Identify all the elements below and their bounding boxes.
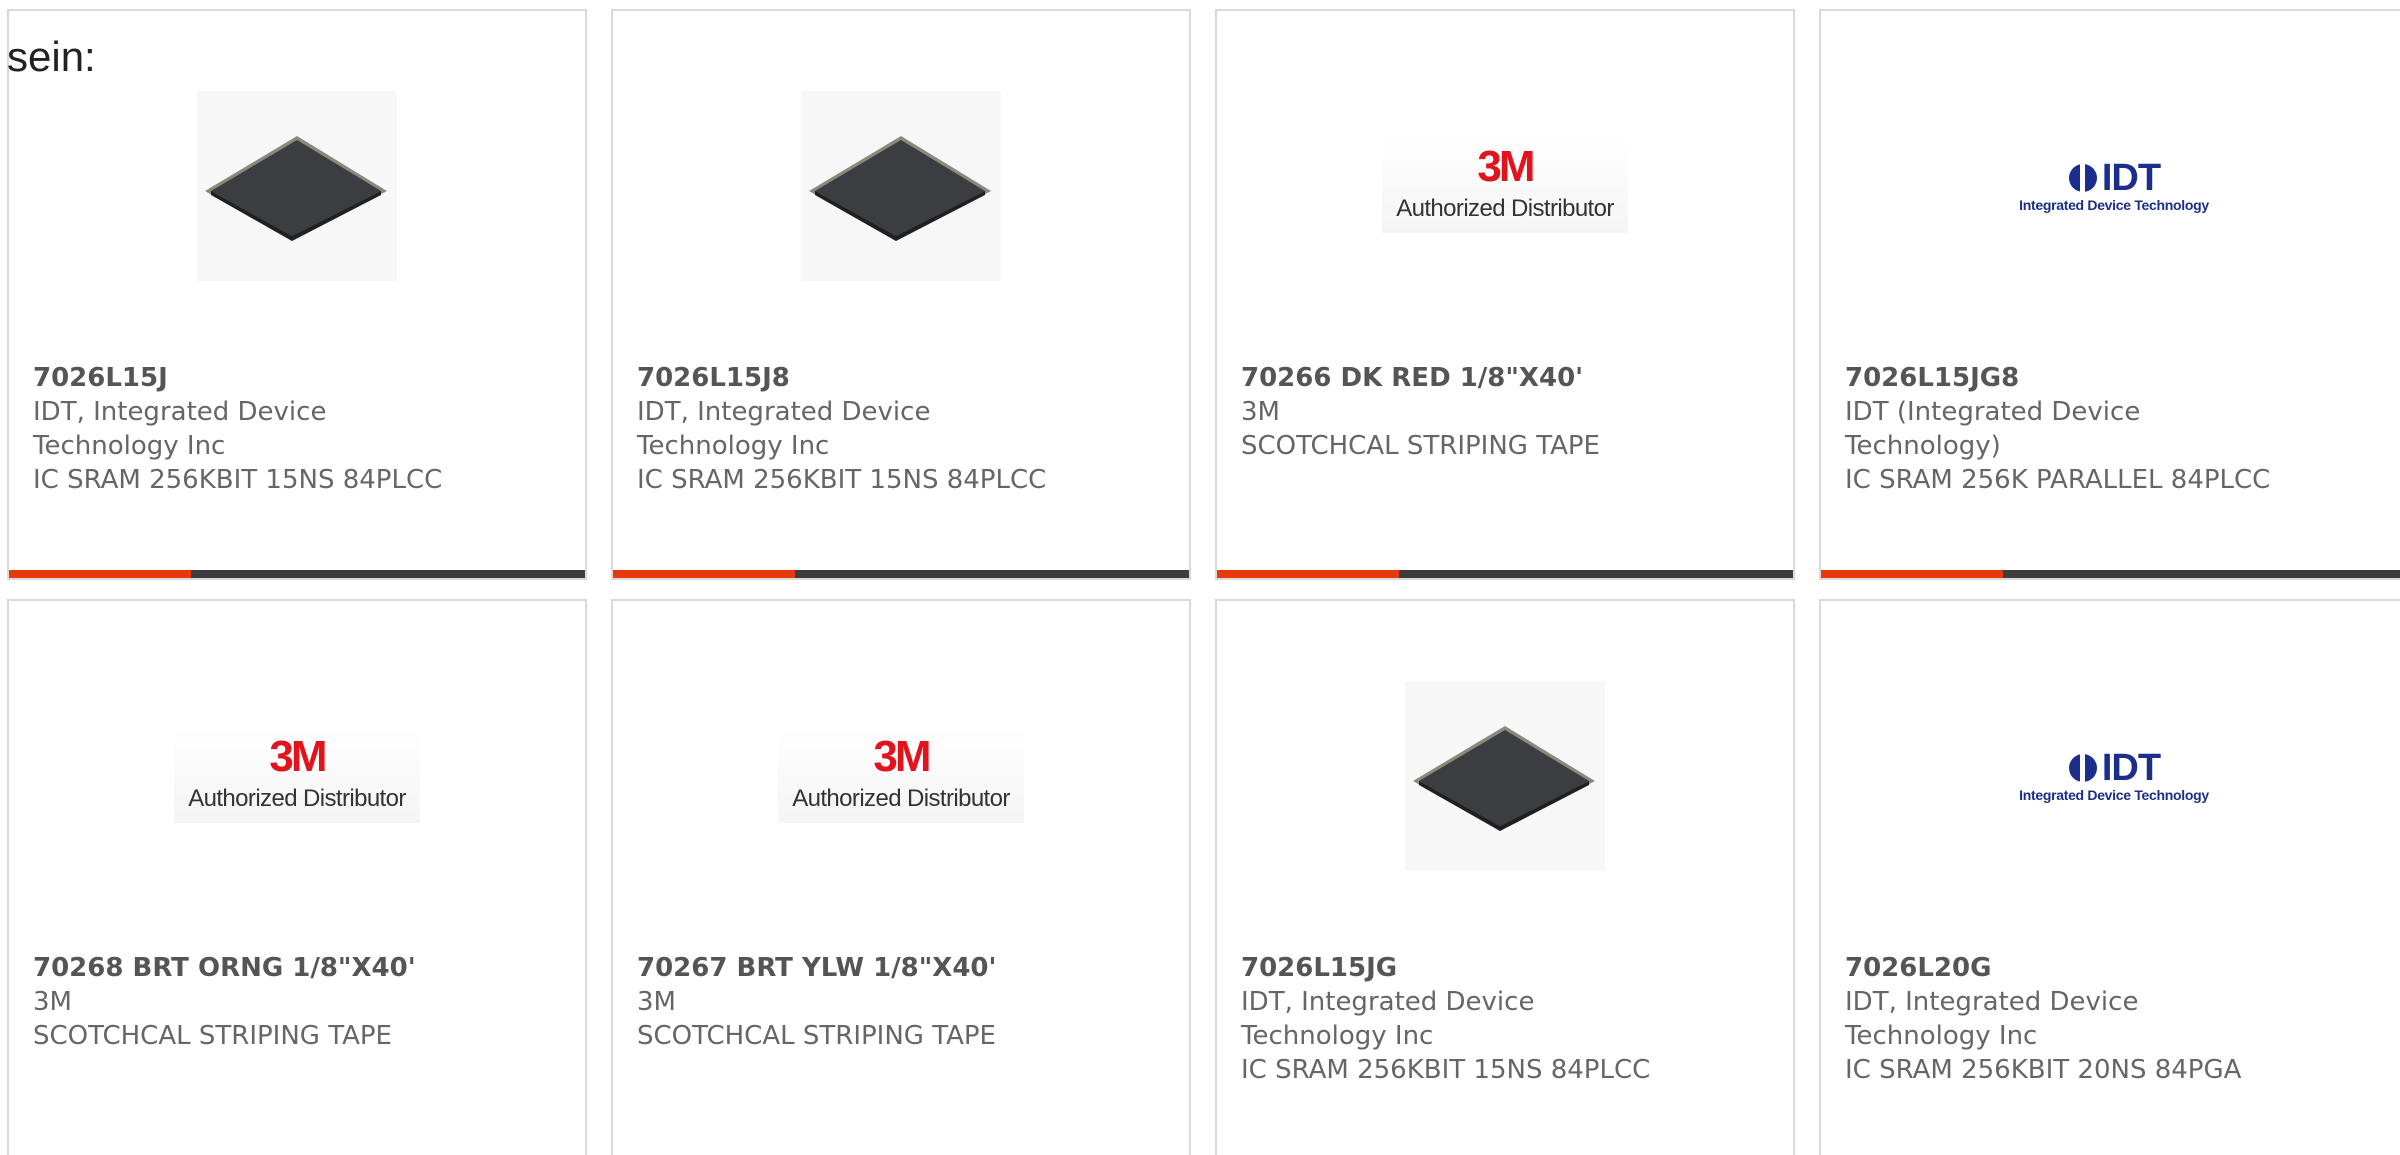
product-info: 7026L15J8 IDT, Integrated Device Technol… [637,361,1169,497]
description: IC SRAM 256KBIT 15NS 84PLCC [33,465,443,495]
idt-logo-emblem-icon [2068,752,2097,784]
card-footer-accent [613,570,795,578]
product-image[interactable] [9,81,585,291]
manufacturer: IDT, Integrated Device Technology Inc [1845,987,2139,1051]
idt-logo: IDT Integrated Device Technology [2019,749,2209,803]
product-card[interactable]: IDT Integrated Device Technology 7026L15J… [1819,9,2400,580]
manufacturer: IDT, Integrated Device Technology Inc [1241,987,1535,1051]
part-number[interactable]: 70268 BRT ORNG 1/8"X40' [33,951,565,985]
product-info: 7026L15JG8 IDT (Integrated Device Techno… [1845,361,2387,497]
manufacturer: IDT, Integrated Device Technology Inc [33,397,327,461]
product-card[interactable]: 3M Authorized Distributor 70267 BRT YLW 1… [611,599,1191,1155]
part-number[interactable]: 70266 DK RED 1/8"X40' [1241,361,1773,395]
product-info: 7026L15JG IDT, Integrated Device Technol… [1241,951,1773,1087]
product-info: 7026L15J IDT, Integrated Device Technolo… [33,361,565,497]
product-image[interactable] [613,81,1189,291]
part-number[interactable]: 7026L15JG8 [1845,361,2387,395]
manufacturer: 3M [637,987,676,1017]
card-footer-bar [613,570,1189,578]
description: SCOTCHCAL STRIPING TAPE [33,1021,392,1051]
product-card[interactable]: 3M Authorized Distributor 70266 DK RED 1/… [1215,9,1795,580]
3m-logo-mark: 3M [873,732,931,781]
3m-logo: 3M Authorized Distributor [174,729,420,823]
description: IC SRAM 256KBIT 15NS 84PLCC [1241,1055,1651,1085]
3m-logo: 3M Authorized Distributor [1382,139,1628,233]
card-footer-bar [1217,570,1793,578]
idt-logo: IDT Integrated Device Technology [2019,159,2209,213]
product-info: 70268 BRT ORNG 1/8"X40' 3M SCOTCHCAL STR… [33,951,565,1053]
description: IC SRAM 256KBIT 20NS 84PGA [1845,1055,2242,1085]
3m-logo-mark: 3M [1477,142,1535,191]
product-image[interactable]: IDT Integrated Device Technology [1821,671,2400,881]
description: IC SRAM 256K PARALLEL 84PLCC [1845,465,2271,495]
product-grid-page: sein: 7026L15J IDT, Integrated Device Te… [0,0,2400,1155]
card-footer-bar [1821,570,2400,578]
manufacturer: IDT (Integrated Device Technology) [1845,397,2141,461]
product-image[interactable]: 3M Authorized Distributor [9,671,585,881]
chip-plcc-icon [1405,681,1605,871]
part-number[interactable]: 7026L15J8 [637,361,1169,395]
card-footer-accent [1821,570,2003,578]
product-card[interactable]: IDT Integrated Device Technology 7026L20G… [1819,599,2400,1155]
description: SCOTCHCAL STRIPING TAPE [1241,431,1600,461]
card-footer-accent [1217,570,1399,578]
product-card[interactable]: 7026L15JG IDT, Integrated Device Technol… [1215,599,1795,1155]
3m-logo-mark: 3M [269,732,327,781]
product-card[interactable]: 3M Authorized Distributor 70268 BRT ORNG … [7,599,587,1155]
description: IC SRAM 256KBIT 15NS 84PLCC [637,465,1047,495]
product-info: 70267 BRT YLW 1/8"X40' 3M SCOTCHCAL STRI… [637,951,1169,1053]
manufacturer: IDT, Integrated Device Technology Inc [637,397,931,461]
idt-logo-mark: IDT [2101,157,2161,199]
product-image[interactable]: 3M Authorized Distributor [613,671,1189,881]
3m-logo-subtitle: Authorized Distributor [188,785,406,812]
manufacturer: 3M [1241,397,1280,427]
card-footer-accent [9,570,191,578]
idt-logo-mark: IDT [2101,747,2161,789]
idt-logo-emblem-icon [2068,162,2097,194]
product-card[interactable]: 7026L15J IDT, Integrated Device Technolo… [7,9,587,580]
product-info: 7026L20G IDT, Integrated Device Technolo… [1845,951,2387,1087]
part-number[interactable]: 7026L15JG [1241,951,1773,985]
part-number[interactable]: 7026L15J [33,361,565,395]
card-footer-bar [9,570,585,578]
manufacturer: 3M [33,987,72,1017]
idt-logo-subtitle: Integrated Device Technology [2019,197,2209,213]
product-info: 70266 DK RED 1/8"X40' 3M SCOTCHCAL STRIP… [1241,361,1773,463]
3m-logo-subtitle: Authorized Distributor [1396,195,1614,222]
product-card[interactable]: 7026L15J8 IDT, Integrated Device Technol… [611,9,1191,580]
description: SCOTCHCAL STRIPING TAPE [637,1021,996,1051]
3m-logo-subtitle: Authorized Distributor [792,785,1010,812]
part-number[interactable]: 7026L20G [1845,951,2387,985]
chip-plcc-icon [197,91,397,281]
idt-logo-subtitle: Integrated Device Technology [2019,787,2209,803]
3m-logo: 3M Authorized Distributor [778,729,1024,823]
product-image[interactable] [1217,671,1793,881]
chip-plcc-icon [801,91,1001,281]
product-image[interactable]: IDT Integrated Device Technology [1821,81,2400,291]
product-image[interactable]: 3M Authorized Distributor [1217,81,1793,291]
intro-text: sein: [7,33,96,80]
part-number[interactable]: 70267 BRT YLW 1/8"X40' [637,951,1169,985]
